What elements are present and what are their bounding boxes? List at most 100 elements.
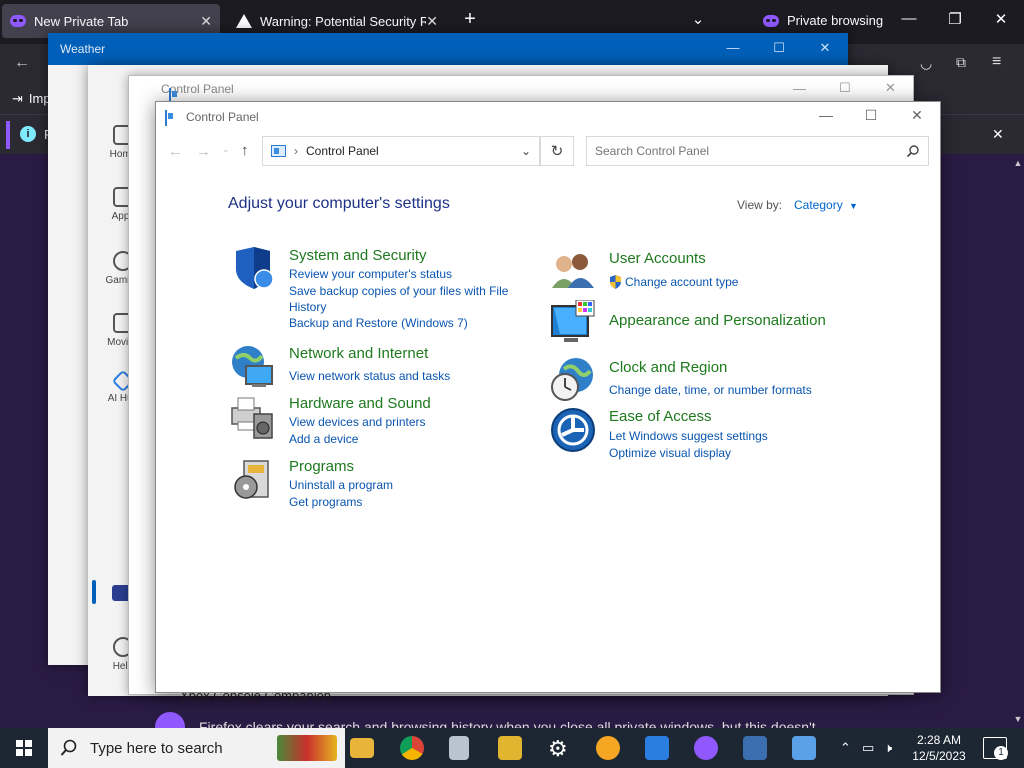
close-icon[interactable]: ✕ [885,80,896,96]
weather-icon[interactable] [596,736,620,760]
refresh-icon: ↻ [550,143,564,160]
category-link[interactable]: Get programs [289,494,362,510]
private-mask-icon [10,15,26,27]
category-user-accounts: User Accounts Change account type [550,248,880,294]
close-icon[interactable]: ✕ [906,107,928,124]
close-icon[interactable]: ✕ [814,40,836,56]
close-tab-icon[interactable]: ✕ [200,13,212,30]
import-icon: ⇥ [12,91,23,106]
back-arrow-icon[interactable]: ← [168,143,183,160]
category-title[interactable]: User Accounts [609,250,706,267]
clock-globe-icon [551,358,593,401]
taskbar-clock[interactable]: 2:28 AM 12/5/2023 [900,732,978,764]
category-link[interactable]: Change date, time, or number formats [609,382,812,398]
address-dropdown-icon[interactable]: ⌄ [521,144,531,158]
private-browsing-label: Private browsing [787,13,884,28]
chrome-icon[interactable] [400,736,424,760]
notification-icon[interactable]: 1 [983,737,1008,760]
category-link[interactable]: Review your computer's status [289,266,452,282]
category-link[interactable]: View devices and printers [289,414,426,430]
category-title[interactable]: Network and Internet [289,345,428,362]
recent-locations-icon[interactable]: ⌄ [222,144,230,155]
file-explorer-icon[interactable] [350,738,374,758]
category-ease-of-access: Ease of Access Let Windows suggest setti… [550,407,880,461]
network-icon[interactable]: ▭ [862,740,874,756]
search-input[interactable] [586,136,929,166]
clock-date: 12/5/2023 [912,749,966,763]
minimize-icon[interactable]: — [815,107,837,123]
import-bookmarks-item[interactable]: ⇥ Imp [12,91,51,107]
view-by-dropdown[interactable]: Category ▼ [794,198,858,212]
category-title[interactable]: Ease of Access [609,408,712,425]
settings-gear-icon[interactable]: ⚙ [548,736,568,762]
category-link[interactable]: Add a device [289,431,358,447]
search-icon [60,739,77,756]
warning-icon [236,14,252,28]
maximize-icon[interactable]: ☐ [768,40,790,56]
store-icon[interactable] [645,736,669,760]
scroll-down-icon[interactable]: ▼ [1012,714,1024,724]
close-window-icon[interactable]: ✕ [989,10,1013,28]
category-link[interactable]: Optimize visual display [609,445,731,461]
restore-icon[interactable]: ❐ [943,10,967,28]
breadcrumb[interactable]: Control Panel [306,144,379,158]
control-panel-icon [271,145,286,157]
private-mask-icon [763,14,779,27]
maximize-icon[interactable]: ☐ [860,107,882,124]
extensions-icon[interactable]: ⧉ [956,54,966,71]
search-highlight-gifts-icon [277,735,337,761]
category-title[interactable]: Appearance and Personalization [609,312,826,329]
up-arrow-icon[interactable]: ↑ [241,142,249,159]
remote-desktop-icon[interactable] [743,736,767,760]
category-title[interactable]: Hardware and Sound [289,395,431,412]
category-link[interactable]: Uninstall a program [289,477,393,493]
page-title: Adjust your computer's settings [228,195,450,212]
category-link[interactable]: View network status and tasks [289,368,450,384]
category-link[interactable]: Save backup copies of your files with Fi… [289,283,519,315]
private-browsing-indicator: Private browsing [763,13,883,28]
change-account-type-link[interactable]: Change account type [609,274,738,290]
start-windows-icon[interactable] [16,740,32,756]
category-appearance: Appearance and Personalization [550,300,880,350]
volume-muted-icon[interactable]: 🕨 [884,740,892,756]
tray-chevron-icon[interactable]: ⌃ [840,740,851,756]
dropdown-arrow-icon: ▼ [849,201,858,211]
close-info-icon[interactable]: ✕ [992,126,1004,143]
search-icon [906,145,919,158]
breadcrumb-separator-icon: › [294,144,298,158]
minimize-icon[interactable]: — [722,40,744,55]
category-title[interactable]: Clock and Region [609,359,727,376]
category-link[interactable]: Let Windows suggest settings [609,428,768,444]
category-title[interactable]: System and Security [289,247,427,264]
category-link[interactable]: Change account type [625,274,738,290]
new-tab-plus-icon[interactable]: + [458,8,482,31]
scroll-up-icon[interactable]: ▲ [1012,158,1024,168]
app-scanner-icon[interactable] [449,736,469,760]
control-panel-taskbar-icon[interactable] [792,736,816,760]
uac-shield-icon [610,275,621,289]
network-globe-icon [232,346,273,387]
refresh-button[interactable]: ↻ [540,136,574,166]
minimize-icon[interactable]: — [897,10,921,27]
maximize-icon[interactable]: ☐ [839,80,851,96]
title-bar: Control Panel — ☐ ✕ [156,102,940,132]
clock-time: 2:28 AM [916,733,962,747]
info-accent [6,121,10,149]
taskbar-search-box[interactable]: Type here to search [48,728,345,768]
scrollbar[interactable]: ▲ ▼ [1012,158,1024,724]
firefox-private-icon[interactable] [694,736,718,760]
category-link[interactable]: Backup and Restore (Windows 7) [289,315,468,331]
info-icon: i [20,126,36,142]
forward-arrow-icon[interactable]: → [196,143,211,160]
pocket-icon[interactable]: ◡ [920,55,932,72]
app-yellow-icon[interactable] [498,736,522,760]
back-arrow-icon[interactable]: ← [14,54,30,72]
minimize-icon[interactable]: — [793,81,806,96]
menu-icon[interactable]: ≡ [992,53,1001,71]
programs-disc-icon [234,460,269,499]
list-tabs-chevron-icon[interactable]: ⌄ [686,10,710,28]
category-title[interactable]: Programs [289,458,354,475]
active-indicator [92,580,96,604]
close-tab-icon[interactable]: ✕ [426,13,438,30]
address-bar[interactable]: › Control Panel ⌄ [262,136,540,166]
